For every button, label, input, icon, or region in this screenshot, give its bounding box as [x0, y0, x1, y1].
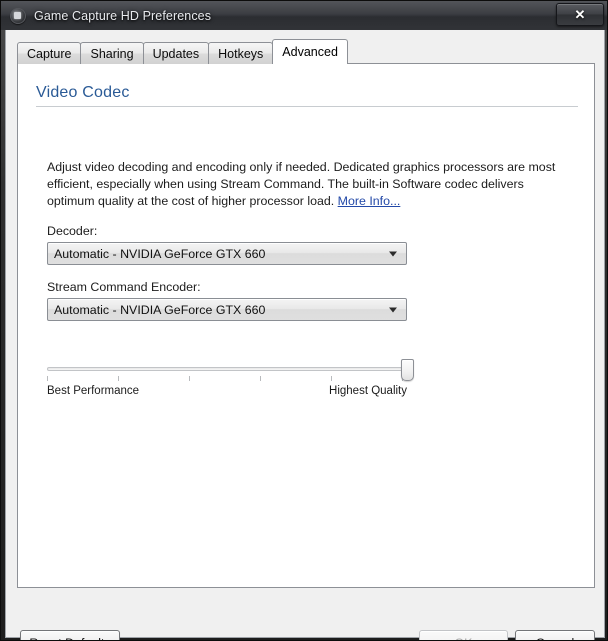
- chevron-down-icon: [389, 307, 397, 312]
- tab-capture[interactable]: Capture: [17, 42, 82, 64]
- section-header: Video Codec: [36, 84, 578, 107]
- tab-sharing[interactable]: Sharing: [80, 42, 144, 64]
- slider-min-label: Best Performance: [47, 385, 140, 397]
- more-info-link[interactable]: More Info...: [338, 194, 401, 208]
- tab-updates[interactable]: Updates: [142, 42, 210, 64]
- tab-strip: Capture Sharing Updates Hotkeys Advanced: [17, 39, 348, 65]
- slider-ticks: [47, 376, 407, 381]
- description-text: Adjust video decoding and encoding only …: [47, 160, 556, 208]
- reset-defaults-label: Reset Defaults: [29, 636, 110, 641]
- tab-advanced-label: Advanced: [282, 45, 338, 59]
- close-button[interactable]: ✕: [556, 3, 604, 26]
- encoder-label: Stream Command Encoder:: [47, 280, 201, 294]
- tab-hotkeys[interactable]: Hotkeys: [208, 42, 274, 64]
- dialog-body: Capture Sharing Updates Hotkeys Advanced…: [5, 30, 605, 641]
- decoder-value: Automatic - NVIDIA GeForce GTX 660: [54, 246, 266, 261]
- tab-updates-label: Updates: [152, 46, 200, 61]
- close-icon: ✕: [574, 7, 586, 22]
- tab-hotkeys-label: Hotkeys: [218, 46, 264, 61]
- slider-tick: [118, 376, 119, 381]
- ok-button[interactable]: OK: [419, 630, 508, 641]
- encoder-select[interactable]: Automatic - NVIDIA GeForce GTX 660: [47, 298, 407, 321]
- decoder-label: Decoder:: [47, 224, 98, 238]
- decoder-select[interactable]: Automatic - NVIDIA GeForce GTX 660: [47, 242, 407, 265]
- section-title: Video Codec: [36, 84, 130, 101]
- chevron-down-icon: [389, 251, 397, 256]
- quality-slider[interactable]: Best Performance Highest Quality: [47, 359, 414, 405]
- slider-tick: [331, 376, 332, 381]
- slider-max-label: Highest Quality: [329, 385, 407, 397]
- cancel-button[interactable]: Cancel: [515, 630, 595, 641]
- tab-advanced[interactable]: Advanced: [272, 39, 348, 65]
- tab-sharing-label: Sharing: [90, 46, 134, 61]
- slider-track[interactable]: [47, 367, 407, 371]
- slider-tick: [47, 376, 48, 381]
- cancel-label: Cancel: [536, 636, 575, 641]
- preferences-window: Game Capture HD Preferences ✕ Capture Sh…: [0, 0, 608, 641]
- encoder-value: Automatic - NVIDIA GeForce GTX 660: [54, 302, 266, 317]
- section-description: Adjust video decoding and encoding only …: [47, 159, 567, 210]
- window-title: Game Capture HD Preferences: [34, 8, 212, 23]
- slider-tick: [189, 376, 190, 381]
- reset-defaults-button[interactable]: Reset Defaults: [20, 630, 120, 641]
- section-divider: [36, 106, 578, 107]
- app-icon: [10, 8, 26, 24]
- ok-label: OK: [455, 636, 473, 641]
- tab-capture-label: Capture: [27, 46, 72, 61]
- slider-tick: [260, 376, 261, 381]
- tab-content-panel: Video Codec Adjust video decoding and en…: [17, 63, 595, 588]
- slider-thumb[interactable]: [400, 359, 414, 381]
- title-bar: Game Capture HD Preferences ✕: [1, 1, 607, 30]
